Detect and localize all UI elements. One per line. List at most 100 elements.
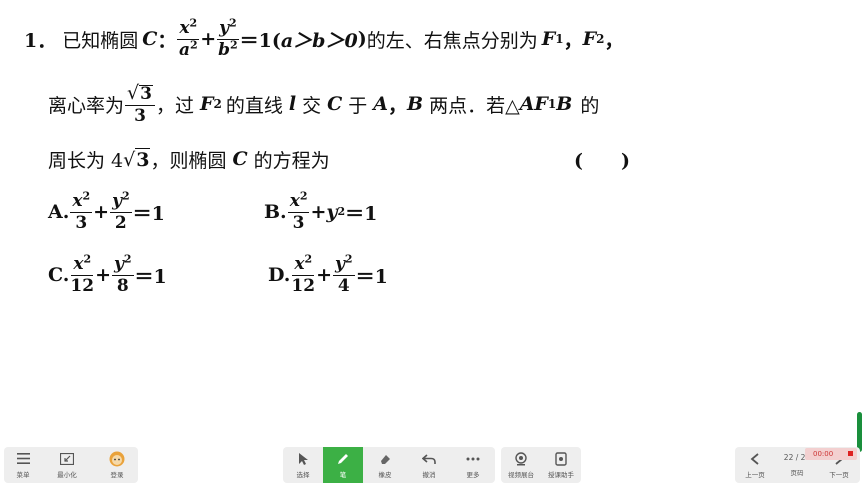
minimize-button[interactable]: 最小化 <box>48 447 86 483</box>
var-F1: F <box>541 28 556 50</box>
exp: 2 <box>189 37 198 51</box>
var-y: y <box>114 253 124 274</box>
var-y: y <box>335 253 345 274</box>
var-A: A <box>373 93 388 115</box>
text: 的直线 <box>225 94 283 117</box>
equals-one: ＝1 <box>345 202 378 225</box>
var-y: y <box>219 17 229 38</box>
equals-one: ＝1 <box>132 202 165 225</box>
exp: 2 <box>123 251 132 265</box>
option-label: A. <box>48 201 70 223</box>
exp: 2 <box>304 251 313 265</box>
fraction: x2 12 <box>70 253 95 296</box>
exp: 2 <box>121 188 130 202</box>
text: 的 <box>580 94 600 117</box>
assistant-icon <box>553 451 569 466</box>
answer-paren: ( ) <box>574 150 630 172</box>
var-x: x <box>73 253 84 274</box>
fraction: x2 12 <box>291 253 315 295</box>
video-booth-label: 视频展台 <box>508 470 534 479</box>
var-C: C <box>232 148 248 170</box>
var-x: x <box>289 190 300 211</box>
more-button[interactable]: 更多 <box>451 447 495 483</box>
timer-text: 00:00 <box>813 450 834 458</box>
text: 的方程为 <box>253 149 330 172</box>
denominator: 12 <box>70 275 95 296</box>
comma: ， <box>604 29 624 52</box>
denominator: 3 <box>134 105 146 126</box>
exp: 2 <box>83 251 92 265</box>
assistant-label: 授课助手 <box>548 470 574 479</box>
plus: + <box>310 201 327 223</box>
question-line-3: 周长为 4 √ 3 ，则椭圆 C 的方程为 <box>48 144 330 174</box>
fraction-sqrt3-over-3: √ 3 3 <box>125 83 155 126</box>
var-x: x <box>72 190 83 211</box>
eraser-button[interactable]: 橡皮 <box>363 447 407 483</box>
video-booth-button[interactable]: 视频展台 <box>501 447 541 483</box>
more-label: 更多 <box>466 470 480 479</box>
undo-button[interactable]: 撤消 <box>407 447 451 483</box>
select-button[interactable]: 选择 <box>283 447 323 483</box>
pen-icon <box>335 452 351 466</box>
eraser-label: 橡皮 <box>378 470 392 479</box>
menu-label: 菜单 <box>16 470 30 479</box>
var-b: b <box>218 39 230 60</box>
var-y: y <box>112 190 122 211</box>
fraction-x2-a2: x2 a2 <box>177 17 200 60</box>
var-y: y <box>326 201 338 223</box>
text: ，过 <box>155 94 194 117</box>
option-a[interactable]: A. x2 3 + y2 2 ＝1 <box>48 186 165 238</box>
record-stop-icon <box>848 451 853 456</box>
text: 两点．若△ <box>429 94 520 117</box>
text: 于 <box>348 94 368 117</box>
fraction: y2 8 <box>112 253 134 295</box>
minimize-icon <box>59 452 75 466</box>
text: 的左、右焦点分别为 <box>366 29 538 52</box>
prev-page-button[interactable]: 上一页 <box>735 447 775 483</box>
page-label: 页码 <box>790 469 804 477</box>
radicand: 3 <box>135 147 151 171</box>
menu-button[interactable]: 菜单 <box>4 447 42 483</box>
var-x: x <box>179 17 190 38</box>
cursor-icon <box>295 452 311 466</box>
option-b[interactable]: B. x2 3 + y 2 ＝1 <box>264 186 377 238</box>
text: ，则椭圆 <box>150 149 227 172</box>
var-B: B <box>556 93 573 115</box>
equals-one: ＝1 <box>355 265 388 288</box>
plus: + <box>200 28 217 50</box>
slide-canvas: 1． 已知椭圆 C ： x2 a2 + y2 b2 ＝1( a＞b＞0 ) 的左… <box>0 0 864 440</box>
equals-one: ＝1 <box>134 265 167 288</box>
undo-label: 撤消 <box>422 470 436 479</box>
comma: ， <box>563 29 583 52</box>
pen-button[interactable]: 笔 <box>323 447 363 483</box>
teaching-assistant-button[interactable]: 授课助手 <box>541 447 581 483</box>
undo-icon <box>421 452 437 466</box>
option-c[interactable]: C. x2 12 + y2 8 ＝1 <box>48 249 167 301</box>
comma: ， <box>387 94 407 117</box>
var-F2: F <box>199 93 214 115</box>
text: 交 <box>302 94 322 117</box>
recording-timer[interactable]: 00:00 <box>805 448 857 460</box>
exp: 2 <box>229 15 237 29</box>
camera-icon <box>513 451 529 466</box>
avatar-icon <box>109 451 125 466</box>
var-a: a <box>178 39 190 60</box>
denominator: 2 <box>114 212 127 233</box>
var-x: x <box>294 253 305 274</box>
fraction-y2-b2: y2 b2 <box>217 17 239 60</box>
option-d[interactable]: D. x2 12 + y2 4 ＝1 <box>268 249 388 301</box>
text: 离心率为 <box>48 94 125 117</box>
equals-one: ＝1( <box>239 29 281 52</box>
pen-label: 笔 <box>339 470 347 479</box>
option-label: C. <box>48 264 70 286</box>
next-label: 下一页 <box>829 470 849 479</box>
login-button[interactable]: 登录 <box>98 447 136 483</box>
fraction: y2 4 <box>333 253 355 295</box>
denominator: 3 <box>292 212 305 233</box>
question-number: 1． <box>24 29 57 52</box>
question-line-1: 1． 已知椭圆 C ： x2 a2 + y2 b2 ＝1( a＞b＞0 ) 的左… <box>24 15 624 60</box>
close-paren: ) <box>357 28 367 50</box>
toolbar-media-group: 视频展台 授课助手 <box>501 447 581 483</box>
exp: 2 <box>344 251 353 265</box>
eraser-icon <box>377 452 393 466</box>
